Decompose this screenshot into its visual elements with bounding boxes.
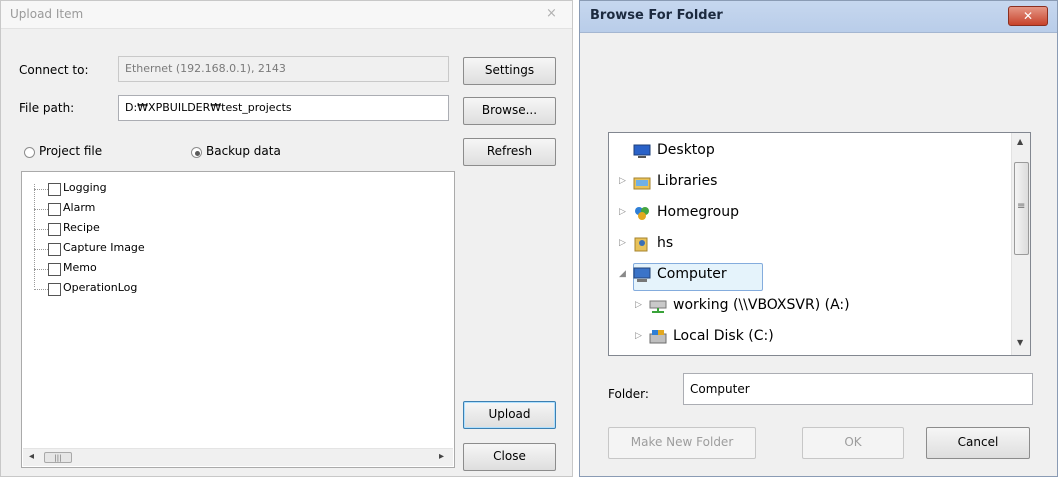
upload-button[interactable]: Upload — [463, 401, 556, 429]
scroll-thumb[interactable]: ≡ — [1014, 162, 1029, 255]
expand-icon[interactable]: ▷ — [619, 207, 626, 217]
vertical-scrollbar[interactable]: ▲ ≡ ▼ — [1011, 133, 1030, 355]
tree-item-label: Memo — [63, 261, 97, 274]
folder-row[interactable]: ▷ working (\\VBOXSVR) (A:) — [609, 292, 1009, 323]
upload-dialog-title: Upload Item — [10, 7, 84, 21]
scroll-right-icon[interactable]: ▸ — [439, 451, 444, 462]
item-checkbox[interactable] — [48, 263, 61, 276]
folder-row[interactable]: ▷ Local Disk (C:) — [609, 323, 1009, 354]
tree-item[interactable]: OperationLog — [22, 280, 222, 300]
tree-connector-line — [34, 249, 48, 250]
local-disk-icon — [649, 329, 667, 345]
folder-name: Computer — [657, 266, 727, 282]
tree-item-label: Recipe — [63, 221, 100, 234]
backup-items-tree: Logging Alarm Recipe Capture Image Memo Opera… — [21, 171, 455, 468]
upload-item-dialog: Upload Item × Connect to: Ethernet (192.… — [0, 0, 573, 477]
folder-row[interactable]: ▷ Libraries — [609, 168, 1009, 199]
folder-row[interactable]: ▷ Homegroup — [609, 199, 1009, 230]
browse-dialog-title: Browse For Folder — [590, 8, 723, 23]
folder-row[interactable]: ◢ Computer — [609, 261, 1009, 292]
folder-name: working (\\VBOXSVR) (A:) — [673, 297, 850, 313]
tree-item-label: Alarm — [63, 201, 96, 214]
tree-connector-line — [34, 269, 48, 270]
expand-icon[interactable]: ▷ — [619, 176, 626, 186]
item-checkbox[interactable] — [48, 183, 61, 196]
file-path-label: File path: — [19, 101, 75, 115]
homegroup-icon — [633, 205, 651, 221]
tree-item-label: OperationLog — [63, 281, 138, 294]
item-checkbox[interactable] — [48, 243, 61, 256]
expand-icon[interactable]: ▷ — [619, 238, 626, 248]
backup-data-label[interactable]: Backup data — [206, 144, 281, 158]
network-drive-icon — [649, 298, 667, 314]
browse-button[interactable]: Browse... — [463, 97, 556, 125]
horizontal-scrollbar[interactable]: ◂ ||| ▸ — [23, 448, 453, 466]
folder-name: Libraries — [657, 173, 718, 189]
scroll-up-icon[interactable]: ▲ — [1017, 137, 1023, 146]
scroll-down-icon[interactable]: ▼ — [1017, 338, 1023, 347]
folder-input[interactable]: Computer — [683, 373, 1033, 405]
folder-name: Desktop — [657, 142, 715, 158]
scroll-grip-icon: ≡ — [1017, 201, 1026, 212]
tree-item[interactable]: Memo — [22, 260, 222, 280]
folder-name: Local Disk (C:) — [673, 328, 774, 344]
tree-item[interactable]: Alarm — [22, 200, 222, 220]
computer-icon — [633, 267, 651, 283]
file-path-input[interactable]: D:₩XPBUILDER₩test_projects — [118, 95, 449, 121]
ok-button[interactable]: OK — [802, 427, 904, 459]
folder-row[interactable]: Desktop — [609, 137, 1009, 168]
browse-for-folder-dialog: Browse For Folder ✕ Desktop ▷ Libraries ▷ Ho… — [579, 0, 1058, 477]
upload-dialog-titlebar: Upload Item × — [1, 1, 572, 29]
browse-dialog-titlebar: Browse For Folder ✕ — [580, 1, 1057, 33]
libraries-icon — [633, 174, 651, 190]
folder-tree: Desktop ▷ Libraries ▷ Homegroup ▷ hs ◢ Computer ▷… — [608, 132, 1031, 356]
tree-item[interactable]: Capture Image — [22, 240, 222, 260]
tree-connector-line — [34, 229, 48, 230]
expand-icon[interactable]: ◢ — [619, 269, 626, 279]
desktop-icon — [633, 143, 651, 159]
folder-name: hs — [657, 235, 674, 251]
close-icon[interactable]: × — [546, 6, 557, 21]
item-checkbox[interactable] — [48, 223, 61, 236]
connect-to-field: Ethernet (192.168.0.1), 2143 — [118, 56, 449, 82]
refresh-button[interactable]: Refresh — [463, 138, 556, 166]
expand-icon[interactable]: ▷ — [635, 331, 642, 341]
folder-label: Folder: — [608, 387, 649, 401]
connect-to-label: Connect to: — [19, 63, 89, 77]
close-button[interactable]: Close — [463, 443, 556, 471]
item-checkbox[interactable] — [48, 203, 61, 216]
close-icon[interactable]: ✕ — [1008, 6, 1048, 26]
tree-connector-line — [34, 289, 48, 290]
project-file-label[interactable]: Project file — [39, 144, 102, 158]
folder-name: Homegroup — [657, 204, 740, 220]
expand-icon[interactable]: ▷ — [635, 300, 642, 310]
tree-item[interactable]: Logging — [22, 180, 222, 200]
scroll-thumb[interactable]: ||| — [44, 452, 72, 463]
folder-row[interactable]: ▷ hs — [609, 230, 1009, 261]
cancel-button[interactable]: Cancel — [926, 427, 1030, 459]
tree-connector-line — [34, 209, 48, 210]
make-new-folder-button[interactable]: Make New Folder — [608, 427, 756, 459]
project-file-radio[interactable] — [24, 147, 35, 158]
backup-data-radio[interactable] — [191, 147, 202, 158]
tree-item-label: Capture Image — [63, 241, 145, 254]
settings-button[interactable]: Settings — [463, 57, 556, 85]
user-folder-icon — [633, 236, 651, 252]
tree-item[interactable]: Recipe — [22, 220, 222, 240]
tree-connector-line — [34, 189, 48, 190]
item-checkbox[interactable] — [48, 283, 61, 296]
scroll-left-icon[interactable]: ◂ — [29, 451, 34, 462]
tree-item-label: Logging — [63, 181, 107, 194]
